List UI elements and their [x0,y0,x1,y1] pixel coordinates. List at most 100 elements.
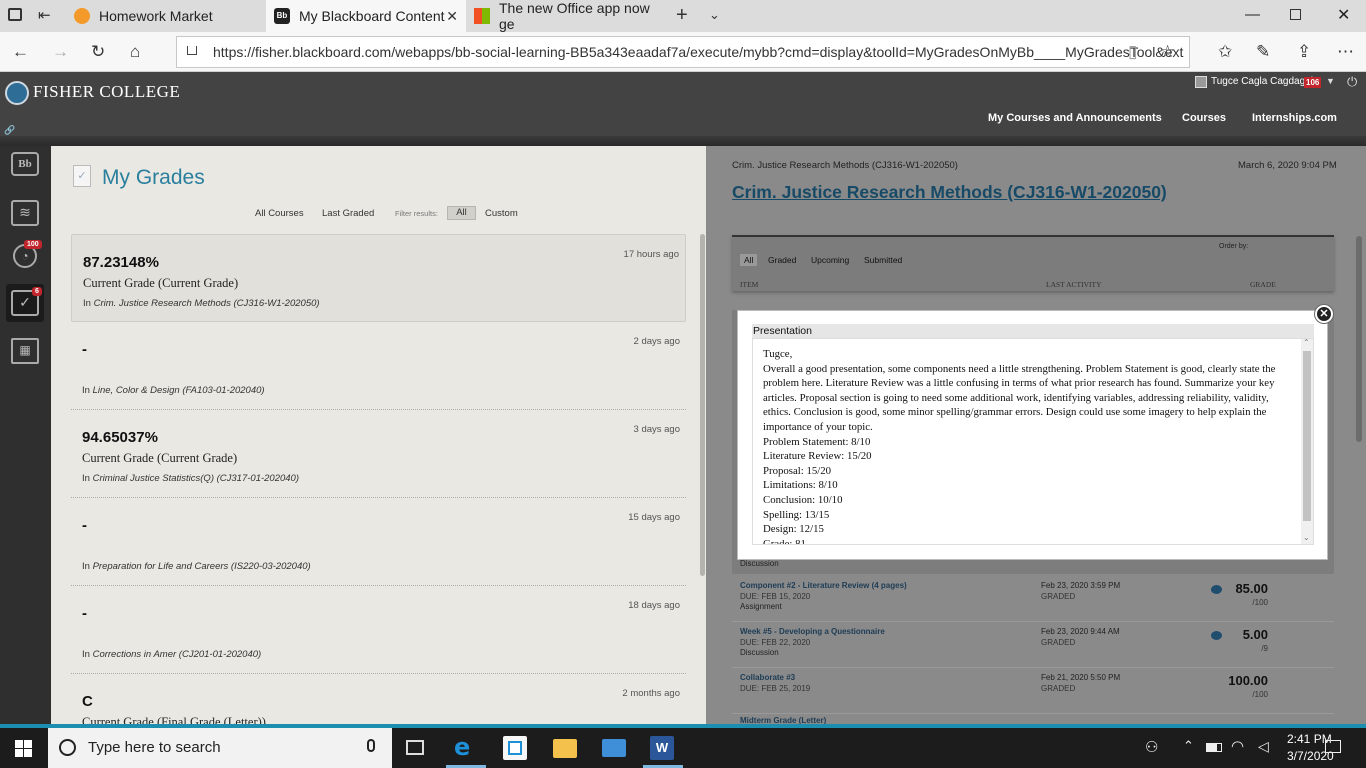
minimize-icon[interactable]: — [1245,6,1260,23]
grade-description: Current Grade (Current Grade) [82,451,238,465]
share-icon[interactable]: ⇪ [1297,42,1311,62]
college-seal-icon [5,81,29,105]
stream-icon[interactable]: ≋ [11,200,39,226]
grade-row[interactable]: Component #2 - Literature Review (4 page… [732,576,1334,622]
refresh-icon[interactable]: ↻ [91,42,105,62]
browser-tab-bar: ⇤ Homework Market Bb My Blackboard Conte… [0,0,1366,32]
volume-icon[interactable]: ◁ [1258,738,1269,755]
logout-power-icon[interactable]: ⏻ [1347,74,1357,90]
address-toolbar: ← → ↻ ⌂ https://fisher.blackboard.com/we… [0,32,1366,72]
grade-item[interactable]: 87.23148% Current Grade (Current Grade) … [71,234,686,322]
scroll-down-icon[interactable]: ⌄ [1303,533,1310,542]
grade-item[interactable]: - In Line, Color & Design (FA103-01-2020… [71,322,686,410]
grade-row[interactable]: Week #5 - Developing a Questionnaire DUE… [732,622,1334,668]
back-icon[interactable]: ← [12,42,29,62]
tab-office[interactable]: The new Office app now ge [466,0,666,32]
close-tab-icon[interactable]: ✕ [446,8,458,25]
user-menu-chevron-icon[interactable]: ▼ [1326,76,1335,86]
close-modal-button[interactable]: ✕ [1315,305,1333,323]
mail-icon[interactable] [602,739,626,757]
grade-course: In Line, Color & Design (FA103-01-202040… [82,385,265,396]
item-grade: 85.00 [1235,581,1268,596]
url-text: https://fisher.blackboard.com/webapps/bb… [213,44,1184,60]
grade-item[interactable]: C Current Grade (Final Grade (Letter)) 2… [71,674,686,726]
address-input[interactable]: https://fisher.blackboard.com/webapps/bb… [176,36,1190,68]
feedback-bubble-icon[interactable] [1211,631,1222,640]
detail-filter-all[interactable]: All [740,254,758,266]
blackboard-home-icon[interactable]: Bb [11,152,39,176]
tab-label: My Blackboard Content [299,8,445,24]
filter-all-button[interactable]: All [447,206,476,220]
notification-badge[interactable]: 106 [1304,77,1322,88]
store-icon[interactable] [503,736,527,760]
reading-view-icon[interactable]: ▯ [1128,42,1137,62]
sort-last-graded-link[interactable]: Last Graded [322,208,374,219]
detail-filter-upcoming[interactable]: Upcoming [811,255,849,265]
item-grade: 5.00 [1242,627,1268,642]
favorites-icon[interactable]: ✩ [1218,42,1232,62]
set-aside-tabs-icon[interactable]: ⇤ [38,6,51,24]
grade-value: C [82,693,93,710]
battery-icon[interactable] [1206,743,1222,752]
user-name[interactable]: Tugce Cagla Cagdagul [1211,76,1313,87]
link-icon: 🔗 [4,125,16,135]
wifi-icon[interactable]: ◠ [1231,737,1244,755]
grades-scrollbar[interactable] [700,234,705,576]
grade-row[interactable]: Collaborate #3 DUE: FEB 25, 2019 Feb 21,… [732,668,1334,714]
tab-preview-chevron-icon[interactable]: ⌄ [709,7,720,23]
sort-all-courses-link[interactable]: All Courses [255,208,304,219]
edge-browser-icon[interactable]: e [454,733,470,761]
grade-item[interactable]: 94.65037% Current Grade (Current Grade) … [71,410,686,498]
scroll-thumb[interactable] [1303,351,1311,521]
item-title[interactable]: Week #5 - Developing a Questionnaire [740,627,885,636]
feedback-scrollbar[interactable]: ⌃ ⌄ [1301,339,1313,544]
tab-homework-market[interactable]: Homework Market [66,0,266,32]
notifications-icon[interactable] [1325,740,1341,753]
close-window-icon[interactable]: ✕ [1337,5,1350,25]
item-title[interactable]: Collaborate #3 [740,673,795,682]
grade-item[interactable]: - In Corrections in Amer (CJ201-01-20204… [71,586,686,674]
college-logo-text[interactable]: FISHER COLLEGE [33,82,180,102]
microsoft-favicon [474,8,490,24]
home-icon[interactable]: ⌂ [130,42,140,62]
grade-course: In Corrections in Amer (CJ201-01-202040) [82,649,262,660]
pen-icon[interactable]: ✎ [1256,42,1270,62]
tab-my-blackboard-content[interactable]: Bb My Blackboard Content ✕ [266,0,466,32]
item-status: GRADED [1041,638,1076,647]
tab-actions-icon[interactable] [8,8,22,21]
detail-scrollbar[interactable] [1356,236,1362,442]
file-explorer-icon[interactable] [553,739,577,758]
grade-item[interactable]: - In Preparation for Life and Careers (I… [71,498,686,586]
task-view-icon[interactable] [406,740,424,755]
people-icon[interactable]: ⚇ [1145,738,1158,756]
feedback-bubble-icon[interactable] [1211,585,1222,594]
forward-icon[interactable]: → [52,42,69,62]
item-title[interactable]: Component #2 - Literature Review (4 page… [740,581,907,590]
course-title-link[interactable]: Crim. Justice Research Methods (CJ316-W1… [732,182,1167,203]
my-grades-panel: ✓ My Grades All Courses Last Graded Filt… [51,146,706,726]
nav-internships[interactable]: Internships.com [1252,112,1337,124]
detail-date: March 6, 2020 9:04 PM [1238,160,1337,171]
detail-filter-submitted[interactable]: Submitted [864,255,902,265]
windows-start-icon[interactable] [15,740,32,757]
windows-taskbar: Type here to search e W ⚇ ⌃ ◠ ◁ 2:41 PM … [0,724,1366,768]
maximize-icon[interactable] [1290,9,1301,20]
taskbar-search-input[interactable]: Type here to search [48,728,392,768]
grade-time: 18 days ago [628,600,680,611]
calendar-icon[interactable]: ▦ [11,338,39,364]
grade-value: 87.23148% [83,254,159,271]
new-tab-icon[interactable]: + [676,4,688,27]
detail-filter-graded[interactable]: Graded [768,255,796,265]
scroll-up-icon[interactable]: ⌃ [1303,339,1310,347]
microphone-icon[interactable] [367,739,375,752]
word-icon[interactable]: W [650,736,674,760]
more-icon[interactable]: ⋯ [1337,42,1354,62]
nav-my-courses-announcements[interactable]: My Courses and Announcements [988,112,1162,124]
grade-course: In Criminal Justice Statistics(Q) (CJ317… [82,473,300,484]
filter-custom-button[interactable]: Custom [485,208,518,219]
user-avatar[interactable] [1195,76,1207,88]
feedback-body[interactable]: Tugce, Overall a good presentation, some… [752,338,1314,545]
favorite-star-icon[interactable]: ☆ [1160,42,1175,62]
show-hidden-icons-chevron[interactable]: ⌃ [1183,738,1194,754]
nav-courses[interactable]: Courses [1182,112,1226,124]
